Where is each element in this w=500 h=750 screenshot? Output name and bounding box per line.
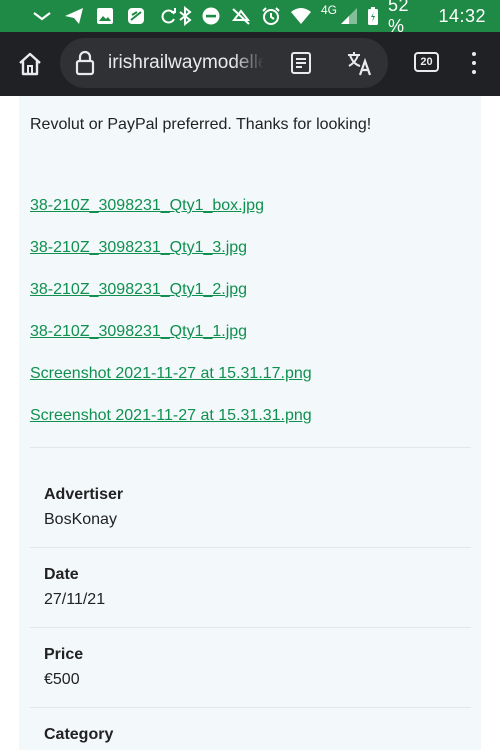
- price-label: Price: [44, 646, 84, 663]
- app-icon: [126, 6, 146, 26]
- wifi-icon: [290, 7, 312, 25]
- image-icon: [96, 7, 114, 25]
- do-not-disturb-icon: [201, 6, 221, 26]
- network-type: 4G: [321, 3, 338, 17]
- attachment-link[interactable]: 38-210Z_3098231_Qty1_1.jpg: [30, 322, 312, 364]
- translate-icon[interactable]: [346, 49, 374, 82]
- status-bar-notifications: [32, 6, 178, 26]
- category-label: Category: [44, 726, 114, 743]
- date-label: Date: [44, 566, 79, 583]
- lock-icon[interactable]: [72, 48, 98, 78]
- home-icon[interactable]: [17, 51, 43, 82]
- reader-mode-icon[interactable]: [290, 51, 312, 80]
- attachment-link[interactable]: Screenshot 2021-11-27 at 15.31.31.png: [30, 406, 312, 448]
- overflow-menu-icon[interactable]: [472, 52, 476, 74]
- sync-icon: [158, 6, 178, 26]
- advertiser-value: BosKonay: [44, 511, 117, 528]
- clock: 14:32: [438, 5, 486, 26]
- advertiser-label: Advertiser: [44, 486, 124, 503]
- attachment-list: 38-210Z_3098231_Qty1_box.jpg 38-210Z_309…: [30, 196, 312, 448]
- attachment-link[interactable]: 38-210Z_3098231_Qty1_2.jpg: [30, 280, 312, 322]
- attachment-link[interactable]: 38-210Z_3098231_Qty1_box.jpg: [30, 196, 312, 238]
- url-bar[interactable]: irishrailwaymodeller.com: [60, 38, 388, 88]
- status-bar: 4G 52 % 14:32: [0, 0, 500, 36]
- date-value: 27/11/21: [44, 591, 106, 608]
- signal-icon: [340, 7, 358, 25]
- attachment-link[interactable]: Screenshot 2021-11-27 at 15.31.17.png: [30, 364, 312, 406]
- browser-toolbar: irishrailwaymodeller.com 20: [0, 32, 500, 96]
- listing-description: Revolut or PayPal preferred. Thanks for …: [30, 116, 372, 133]
- attachment-link[interactable]: 38-210Z_3098231_Qty1_3.jpg: [30, 238, 312, 280]
- price-value: €500: [44, 671, 80, 688]
- divider: [30, 627, 471, 628]
- send-icon: [64, 7, 84, 25]
- alarm-icon: [261, 6, 281, 26]
- tab-switcher-button[interactable]: 20: [414, 52, 439, 72]
- silent-mode-icon: [230, 6, 252, 26]
- battery-icon: [367, 6, 379, 26]
- chevron-down-icon: [32, 10, 52, 22]
- divider: [30, 447, 471, 448]
- divider: [30, 707, 471, 708]
- bluetooth-icon: [178, 6, 192, 26]
- divider: [30, 547, 471, 548]
- url-text[interactable]: irishrailwaymodeller.com: [108, 52, 264, 74]
